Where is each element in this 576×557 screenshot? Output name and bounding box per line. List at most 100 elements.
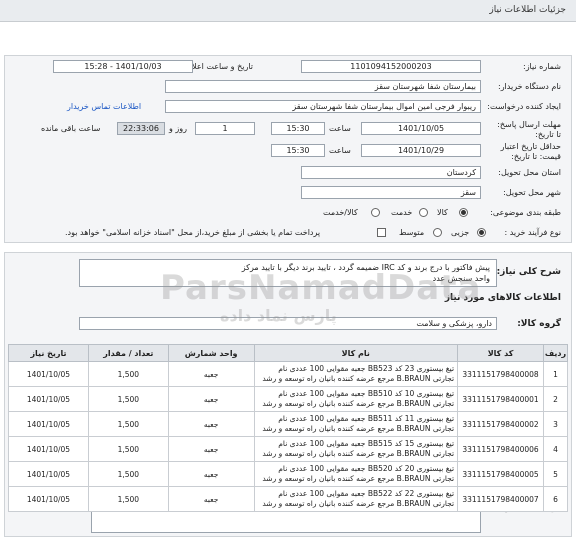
deadline-time-label: ساعت: [329, 124, 351, 133]
row-name-line-2: تجارتی B.BRAUN مرجع عرضه کننده بانیان را…: [262, 449, 455, 458]
deadline-time-field: 15:30: [271, 122, 325, 135]
row-index: 1: [543, 361, 568, 387]
announce-date-field: 1401/10/03 - 15:28: [53, 60, 193, 73]
purchase-option-medium: متوسط: [399, 228, 425, 237]
buyer-name-field: بیمارستان شفا شهرستان سقز: [165, 80, 481, 93]
category-label: طبقه بندی موضوعی:: [490, 208, 561, 217]
row-index: 6: [543, 486, 568, 512]
row-name-line-2: تجارتی B.BRAUN مرجع عرضه کننده بانیان را…: [262, 399, 455, 408]
row-qty: 1,500: [87, 461, 169, 487]
requester-field: ریبوار فرجی امین اموال بیمارستان شفا شهر…: [165, 100, 481, 113]
deadline-date-field: 1401/10/05: [361, 122, 481, 135]
city-field: سقز: [301, 186, 481, 199]
city-label: شهر محل تحویل:: [503, 188, 561, 197]
requester-label: ایجاد کننده درخواست:: [487, 102, 561, 111]
table-row: 1 3311151798400008 تیغ بیستوری 23 کد BB523…: [8, 361, 568, 387]
row-qty: 1,500: [87, 386, 169, 412]
row-name-line-1: تیغ بیستوری 11 کد BB511 جعبه مقوایی 100 …: [278, 414, 455, 423]
table-row: 3 3311151798400002 تیغ بیستوری 11 کد BB511…: [8, 411, 568, 437]
row-date: 1401/10/05: [8, 486, 89, 512]
remaining-time-field: 22:33:06: [117, 122, 165, 135]
row-name: تیغ بیستوری 23 کد BB523 جعبه مقوایی 100 …: [253, 361, 459, 387]
row-code: 3311151798400008: [457, 361, 545, 387]
row-qty: 1,500: [87, 361, 169, 387]
remaining-time-label: ساعت باقی مانده: [41, 124, 101, 133]
goods-group-label: گروه کالا:: [517, 319, 561, 329]
summary-line-2: واحد سنجش عدد: [432, 274, 490, 283]
row-date: 1401/10/05: [8, 411, 89, 437]
table-row: 4 3311151798400006 تیغ بیستوری 15 کد BB515…: [8, 436, 568, 462]
row-unit: جعبه: [167, 461, 255, 487]
category-radio-service[interactable]: [419, 208, 428, 217]
buyer-name-label: نام دستگاه خریدار:: [498, 82, 561, 91]
days-remaining-field: 1: [195, 122, 255, 135]
validity-label: حداقل تاریخ اعتبار قیمت: تا تاریخ:: [500, 142, 561, 161]
row-name-line-1: تیغ بیستوری 22 کد BB522 جعبه مقوایی 100 …: [278, 489, 455, 498]
category-option-service: خدمت: [391, 208, 413, 217]
buyer-contact-link[interactable]: اطلاعات تماس خریدار: [67, 102, 141, 111]
row-code: 3311151798400001: [457, 386, 545, 412]
row-code: 3311151798400002: [457, 411, 545, 437]
row-name-line-1: تیغ بیستوری 20 کد BB520 جعبه مقوایی 100 …: [278, 464, 455, 473]
col-index: ردیف: [543, 344, 568, 362]
row-name-line-1: تیغ بیستوری 10 کد BB510 جعبه مقوایی 100 …: [278, 389, 455, 398]
row-unit: جعبه: [167, 361, 255, 387]
row-date: 1401/10/05: [8, 361, 89, 387]
goods-table-header: ردیف کد کالا نام کالا واحد شمارش تعداد /…: [8, 344, 568, 362]
page-title: جزئیات اطلاعات نیاز: [489, 5, 566, 15]
treasury-payment-checkbox[interactable]: [377, 228, 386, 237]
purchase-radio-minor[interactable]: [477, 228, 486, 237]
row-code: 3311151798400007: [457, 486, 545, 512]
treasury-payment-note: پرداخت تمام یا بخشی از مبلغ خرید،از محل …: [65, 228, 321, 237]
summary-textarea: پیش فاکتور با درج برند و کد IRC ضمیمه گر…: [79, 259, 497, 287]
row-index: 4: [543, 436, 568, 462]
row-name-line-2: تجارتی B.BRAUN مرجع عرضه کننده بانیان را…: [262, 474, 455, 483]
row-unit: جعبه: [167, 436, 255, 462]
need-number-label: شماره نیاز:: [523, 62, 561, 71]
purchase-radio-medium[interactable]: [433, 228, 442, 237]
row-qty: 1,500: [87, 411, 169, 437]
row-name: تیغ بیستوری 10 کد BB510 جعبه مقوایی 100 …: [253, 386, 459, 412]
row-date: 1401/10/05: [8, 386, 89, 412]
goods-group-field: دارو، پزشکی و سلامت: [79, 317, 497, 330]
validity-time-field: 15:30: [271, 144, 325, 157]
category-option-goods: کالا: [437, 208, 448, 217]
province-label: استان محل تحویل:: [498, 168, 561, 177]
summary-line-1: پیش فاکتور با درج برند و کد IRC ضمیمه گر…: [241, 263, 490, 272]
row-index: 5: [543, 461, 568, 487]
row-qty: 1,500: [87, 436, 169, 462]
category-radio-both[interactable]: [371, 208, 380, 217]
row-name-line-2: تجارتی B.BRAUN مرجع عرضه کننده بانیان را…: [262, 499, 455, 508]
validity-time-label: ساعت: [329, 146, 351, 155]
deadline-label: مهلت ارسال پاسخ: تا تاریخ:: [497, 120, 561, 139]
row-date: 1401/10/05: [8, 436, 89, 462]
row-date: 1401/10/05: [8, 461, 89, 487]
category-option-both: کالا/خدمت: [323, 208, 358, 217]
row-code: 3311151798400005: [457, 461, 545, 487]
table-row: 2 3311151798400001 تیغ بیستوری 10 کد BB510…: [8, 386, 568, 412]
need-details-section: شماره نیاز: 1101094152000203 تاریخ و ساع…: [4, 55, 572, 243]
col-qty: تعداد / مقدار: [87, 344, 169, 362]
row-name: تیغ بیستوری 11 کد BB511 جعبه مقوایی 100 …: [253, 411, 459, 437]
row-name: تیغ بیستوری 15 کد BB515 جعبه مقوایی 100 …: [253, 436, 459, 462]
province-field: کردستان: [301, 166, 481, 179]
row-name: تیغ بیستوری 20 کد BB520 جعبه مقوایی 100 …: [253, 461, 459, 487]
purchase-type-label: نوع فرآیند خرید :: [504, 228, 561, 237]
category-radio-goods[interactable]: [459, 208, 468, 217]
col-code: کد کالا: [457, 344, 545, 362]
table-row: 6 3311151798400007 تیغ بیستوری 22 کد BB522…: [8, 486, 568, 512]
need-number-field: 1101094152000203: [301, 60, 481, 73]
row-unit: جعبه: [167, 386, 255, 412]
row-name-line-1: تیغ بیستوری 15 کد BB515 جعبه مقوایی 100 …: [278, 439, 455, 448]
summary-label: شرح کلی نیاز:: [496, 267, 561, 277]
row-name: تیغ بیستوری 22 کد BB522 جعبه مقوایی 100 …: [253, 486, 459, 512]
row-qty: 1,500: [87, 486, 169, 512]
row-index: 2: [543, 386, 568, 412]
validity-date-field: 1401/10/29: [361, 144, 481, 157]
table-row: 5 3311151798400005 تیغ بیستوری 20 کد BB520…: [8, 461, 568, 487]
purchase-option-minor: جزیی: [451, 228, 470, 237]
row-code: 3311151798400006: [457, 436, 545, 462]
row-index: 3: [543, 411, 568, 437]
row-name-line-1: تیغ بیستوری 23 کد BB523 جعبه مقوایی 100 …: [278, 364, 455, 373]
page-header: جزئیات اطلاعات نیاز: [0, 0, 576, 22]
